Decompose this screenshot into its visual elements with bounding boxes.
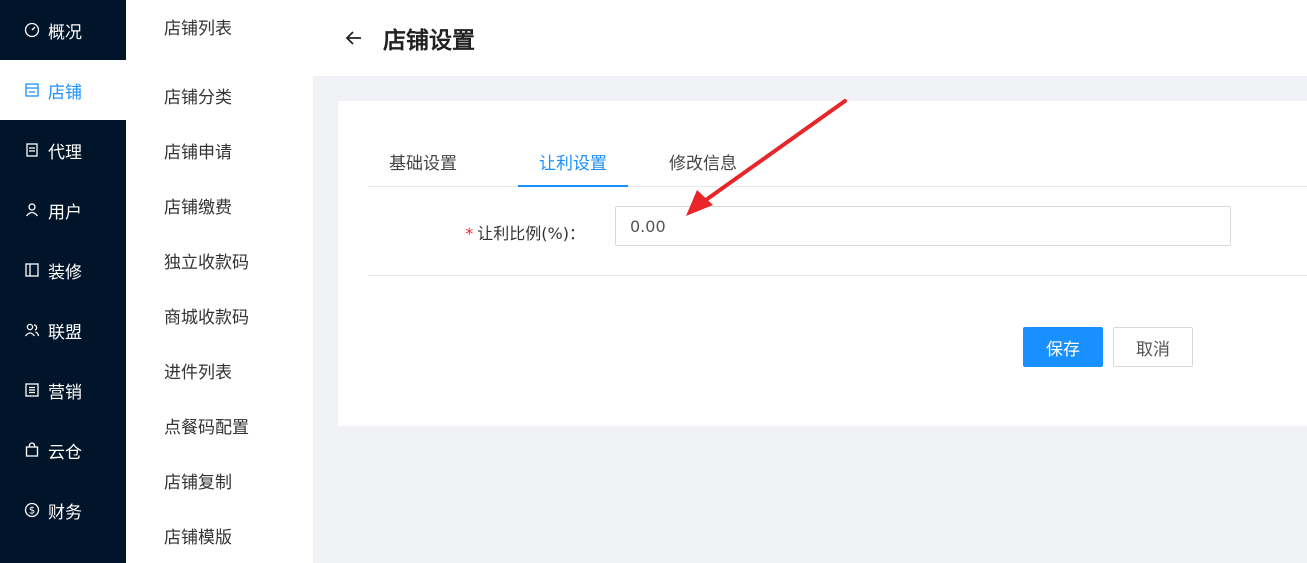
submenu-item[interactable]: 点餐码配置 <box>126 398 313 453</box>
nav-item-label: 装修 <box>48 262 82 283</box>
nav-item-shop[interactable]: 店铺 <box>0 60 126 120</box>
nav-item-cloud-warehouse[interactable]: 云仓 <box>0 420 126 480</box>
discount-ratio-label-text: 让利比例(%)： <box>477 224 585 243</box>
submenu-item[interactable]: 店铺复制 <box>126 453 313 508</box>
svg-text:$: $ <box>29 506 35 517</box>
submenu-item[interactable]: 店铺分类 <box>126 68 313 123</box>
page-header: 店铺设置 <box>313 0 1307 76</box>
secondary-sidebar: 店铺列表 店铺分类 店铺申请 店铺缴费 独立收款码 商城收款码 进件列表 点餐码… <box>126 0 313 563</box>
submenu-item[interactable]: 商城收款码 <box>126 288 313 343</box>
nav-item-label: 用户 <box>48 202 82 223</box>
required-mark: * <box>465 224 474 243</box>
dashboard-icon <box>24 22 40 38</box>
user-icon <box>24 202 40 218</box>
cancel-button[interactable]: 取消 <box>1113 327 1193 367</box>
save-button[interactable]: 保存 <box>1023 327 1103 367</box>
submenu-item[interactable]: 店铺模版 <box>126 508 313 563</box>
primary-sidebar: 概况 店铺 代理 用户 装修 联盟 营销 云仓 $ 财务 <box>0 0 126 563</box>
tab-basic-settings[interactable]: 基础设置 <box>368 145 478 187</box>
discount-ratio-row: * 让利比例(%)： <box>368 206 1307 276</box>
tab-bar: 基础设置 让利设置 修改信息 <box>368 145 1307 187</box>
nav-item-label: 云仓 <box>48 442 82 463</box>
dollar-icon: $ <box>24 502 40 518</box>
nav-item-agent[interactable]: 代理 <box>0 120 126 180</box>
discount-ratio-label: * 让利比例(%)： <box>465 220 585 244</box>
nav-item-user[interactable]: 用户 <box>0 180 126 240</box>
layout-icon <box>24 262 40 278</box>
submenu-item[interactable]: 店铺申请 <box>126 123 313 178</box>
submenu-item[interactable]: 进件列表 <box>126 343 313 398</box>
tab-discount-settings[interactable]: 让利设置 <box>518 145 628 187</box>
settings-card: 基础设置 让利设置 修改信息 *让利比例(%)： 保存 取消 <box>338 101 1307 426</box>
nav-item-label: 营销 <box>48 382 82 403</box>
nav-item-overview[interactable]: 概况 <box>0 0 126 60</box>
nav-item-label: 代理 <box>48 142 82 163</box>
tab-edit-info[interactable]: 修改信息 <box>648 145 758 187</box>
nav-item-decoration[interactable]: 装修 <box>0 240 126 300</box>
bag-icon <box>24 442 40 458</box>
marketing-icon <box>24 382 40 398</box>
nav-item-alliance[interactable]: 联盟 <box>0 300 126 360</box>
nav-item-marketing[interactable]: 营销 <box>0 360 126 420</box>
nav-item-label: 联盟 <box>48 322 82 343</box>
submenu-item[interactable]: 店铺列表 <box>126 0 313 68</box>
submenu-item[interactable]: 独立收款码 <box>126 233 313 288</box>
agent-icon <box>24 142 40 158</box>
nav-item-label: 店铺 <box>48 82 82 103</box>
nav-item-label: 财务 <box>48 502 82 523</box>
nav-item-finance[interactable]: $ 财务 <box>0 480 126 540</box>
nav-item-label: 概况 <box>48 22 82 43</box>
team-icon <box>24 322 40 338</box>
page-title: 店铺设置 <box>383 28 475 54</box>
discount-ratio-input[interactable] <box>615 206 1231 246</box>
submenu-item[interactable]: 店铺缴费 <box>126 178 313 233</box>
back-arrow-icon[interactable] <box>343 27 365 49</box>
shop-icon <box>24 82 40 98</box>
